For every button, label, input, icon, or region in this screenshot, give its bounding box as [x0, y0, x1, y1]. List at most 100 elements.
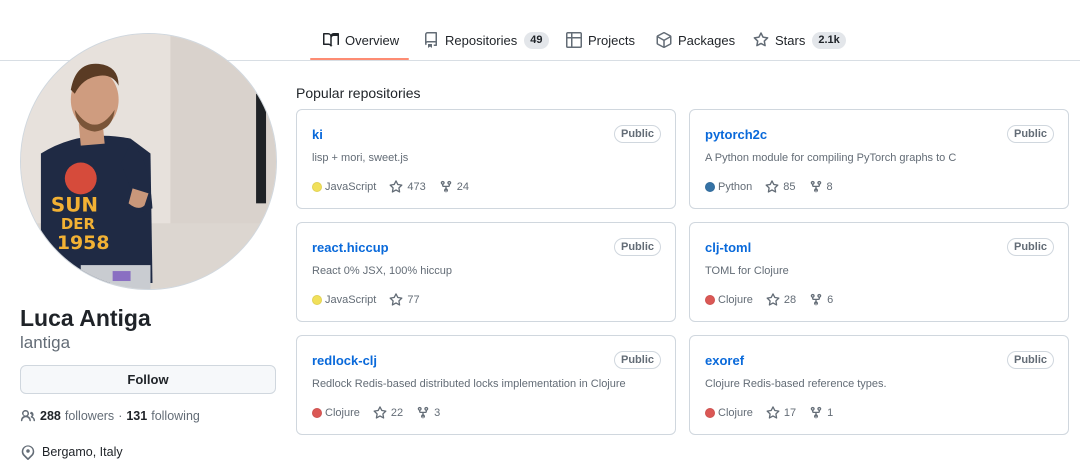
- tab-repositories[interactable]: Repositories 49: [423, 28, 549, 52]
- repo-icon: [423, 32, 439, 48]
- package-icon: [656, 32, 672, 48]
- repo-name-link[interactable]: pytorch2c: [705, 126, 767, 143]
- language-label: JavaScript: [325, 293, 377, 306]
- repo-card: pytorch2c Public A Python module for compi…: [689, 109, 1069, 209]
- tab-overview[interactable]: Overview: [323, 28, 399, 52]
- language-label: JavaScript: [325, 180, 377, 193]
- forks-count[interactable]: 6: [827, 294, 833, 306]
- repo-name-link[interactable]: react.hiccup: [312, 239, 389, 256]
- repo-name-link[interactable]: redlock-clj: [312, 352, 377, 369]
- repo-stars[interactable]: 22: [373, 405, 403, 420]
- profile-fullname: Luca Antiga: [20, 305, 151, 331]
- tab-label: Repositories: [445, 32, 518, 48]
- profile-location: Bergamo, Italy: [20, 443, 123, 461]
- repo-language: JavaScript: [312, 294, 376, 306]
- repo-language: Clojure: [312, 407, 360, 419]
- repo-meta: JavaScript 77: [312, 291, 433, 308]
- fork-icon: [809, 406, 823, 420]
- language-color-dot: [312, 181, 322, 192]
- followers-label[interactable]: followers: [65, 409, 114, 423]
- stars-count[interactable]: 473: [407, 181, 425, 193]
- language-label: Clojure: [718, 406, 753, 419]
- repo-forks[interactable]: 24: [439, 180, 469, 194]
- language-label: Clojure: [325, 406, 360, 419]
- repo-description: React 0% JSX, 100% hiccup: [312, 265, 453, 277]
- repo-forks[interactable]: 3: [416, 406, 440, 420]
- repo-description: A Python module for compiling PyTorch gr…: [705, 152, 957, 164]
- repo-meta: Clojure 17 1: [705, 404, 846, 421]
- stars-count[interactable]: 17: [784, 407, 796, 419]
- book-icon: [323, 32, 339, 48]
- repo-stars[interactable]: 28: [766, 292, 796, 307]
- people-icon: [20, 408, 36, 424]
- repo-card: ki Public lisp + mori, sweet.js JavaScript 4…: [296, 109, 676, 209]
- repo-stars[interactable]: 17: [766, 405, 796, 420]
- repo-forks[interactable]: 1: [809, 406, 833, 420]
- star-icon: [753, 32, 769, 48]
- repo-forks[interactable]: 6: [809, 293, 833, 307]
- repositories-count-badge: 49: [524, 31, 549, 49]
- repo-forks[interactable]: 8: [809, 180, 833, 194]
- stars-count[interactable]: 85: [783, 181, 795, 193]
- repo-name-link[interactable]: exoref: [705, 352, 744, 369]
- star-icon: [389, 179, 403, 194]
- tab-label: Stars: [775, 32, 806, 48]
- visibility-badge: Public: [1006, 125, 1054, 143]
- repo-description: lisp + mori, sweet.js: [312, 152, 409, 164]
- following-count[interactable]: 131: [126, 409, 147, 423]
- star-icon: [765, 179, 779, 194]
- language-color-dot: [705, 294, 715, 305]
- shirt-text: DER: [61, 215, 96, 233]
- visibility-badge: Public: [1006, 351, 1054, 369]
- fork-icon: [439, 180, 453, 194]
- repo-name-link[interactable]: clj-toml: [705, 239, 751, 256]
- repo-meta: JavaScript 473 24: [312, 178, 482, 195]
- visibility-badge: Public: [613, 351, 661, 369]
- active-tab-indicator: [310, 58, 409, 60]
- stars-count[interactable]: 22: [391, 407, 403, 419]
- repo-meta: Clojure 22 3: [312, 404, 453, 421]
- forks-count[interactable]: 1: [827, 407, 833, 419]
- stars-count-badge: 2.1k: [812, 31, 846, 49]
- popular-repositories-heading: Popular repositories: [296, 85, 421, 101]
- repo-stars[interactable]: 85: [765, 179, 796, 194]
- repo-card: react.hiccup Public React 0% JSX, 100% hic…: [296, 222, 676, 322]
- tab-stars[interactable]: Stars 2.1k: [753, 28, 846, 52]
- shirt-text: SUN: [51, 193, 98, 216]
- language-label: Clojure: [718, 293, 753, 306]
- repo-stars[interactable]: 77: [389, 292, 420, 307]
- repo-stars[interactable]: 473: [389, 179, 426, 194]
- tab-projects[interactable]: Projects: [566, 28, 635, 52]
- table-icon: [566, 32, 582, 48]
- star-icon: [373, 405, 387, 420]
- avatar-photo: SUN DER 1958: [21, 34, 276, 289]
- repo-language: JavaScript: [312, 181, 376, 193]
- fork-icon: [809, 293, 823, 307]
- repo-card: clj-toml Public TOML for Clojure Clojure 28 6: [689, 222, 1069, 322]
- following-label[interactable]: following: [151, 409, 200, 423]
- stars-count[interactable]: 28: [784, 294, 796, 306]
- visibility-badge: Public: [1006, 238, 1054, 256]
- forks-count[interactable]: 8: [827, 181, 833, 193]
- forks-count[interactable]: 24: [457, 181, 469, 193]
- tab-packages[interactable]: Packages: [656, 28, 735, 52]
- language-color-dot: [312, 407, 322, 418]
- language-color-dot: [705, 407, 715, 418]
- repo-language: Clojure: [705, 407, 753, 419]
- profile-username: lantiga: [20, 333, 71, 352]
- star-icon: [766, 405, 780, 420]
- language-color-dot: [312, 294, 322, 305]
- follow-button[interactable]: Follow: [20, 365, 276, 394]
- repo-meta: Python 85 8: [705, 178, 846, 195]
- language-label: Python: [718, 180, 753, 193]
- avatar[interactable]: SUN DER 1958: [20, 33, 277, 290]
- tab-label: Overview: [345, 32, 400, 48]
- star-icon: [766, 292, 780, 307]
- repo-name-link[interactable]: ki: [312, 126, 323, 143]
- forks-count[interactable]: 3: [434, 407, 440, 419]
- stars-count[interactable]: 77: [407, 294, 419, 306]
- shirt-text: 1958: [57, 232, 110, 254]
- location-text: Bergamo, Italy: [42, 445, 123, 459]
- repo-description: Redlock Redis-based distributed locks im…: [312, 378, 626, 390]
- followers-count[interactable]: 288: [40, 409, 61, 423]
